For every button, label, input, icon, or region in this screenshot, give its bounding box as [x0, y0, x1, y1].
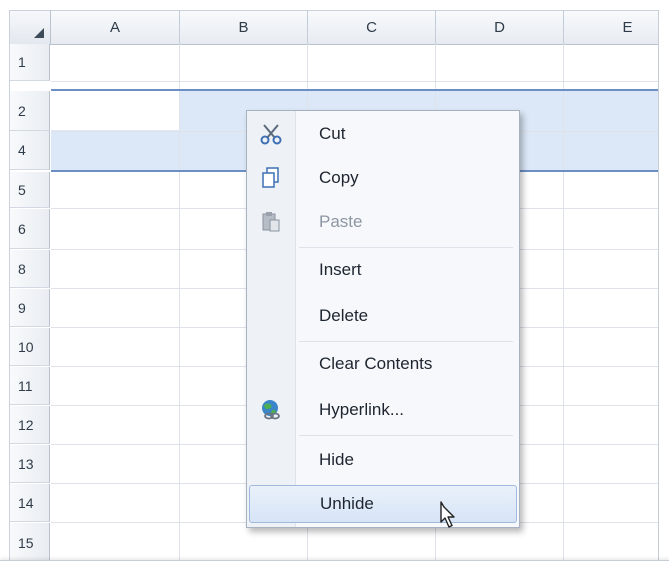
column-header-e[interactable]: E: [564, 11, 669, 45]
menu-item-label: Hide: [319, 450, 354, 469]
menu-item-label: Copy: [319, 168, 359, 187]
select-all-triangle-icon: [34, 28, 44, 38]
hidden-row-indicator-top: [51, 89, 669, 91]
scissors-icon: [259, 123, 283, 145]
menu-item-label: Hyperlink...: [319, 400, 405, 419]
row-header-14[interactable]: 14: [10, 484, 50, 522]
row-header-8[interactable]: 8: [10, 250, 50, 288]
torn-edge-right: [658, 10, 669, 566]
row-header-2[interactable]: 2: [10, 91, 50, 131]
row-header-10[interactable]: 10: [10, 328, 50, 366]
menu-item-label: Insert: [319, 260, 362, 279]
menu-item-delete[interactable]: Delete: [249, 297, 517, 335]
menu-separator: [299, 435, 513, 436]
column-header-d[interactable]: D: [436, 11, 564, 45]
table-row[interactable]: [51, 523, 669, 564]
menu-item-label: Clear Contents: [319, 354, 433, 373]
row-header-9[interactable]: 9: [10, 289, 50, 327]
column-header-c[interactable]: C: [308, 11, 436, 45]
menu-item-copy[interactable]: Copy: [249, 159, 517, 197]
column-header-a[interactable]: A: [51, 11, 180, 45]
menu-item-unhide[interactable]: Unhide: [249, 485, 517, 523]
row-header-12[interactable]: 12: [10, 406, 50, 444]
context-menu: Cut Copy Paste Insert Delete Clear Conte…: [246, 110, 520, 528]
menu-item-insert[interactable]: Insert: [249, 251, 517, 289]
menu-item-cut[interactable]: Cut: [249, 115, 517, 153]
select-all-corner[interactable]: [10, 11, 51, 45]
row-header-5[interactable]: 5: [10, 172, 50, 208]
menu-item-hyperlink[interactable]: Hyperlink...: [249, 391, 517, 429]
paste-icon: [259, 211, 283, 233]
menu-separator: [299, 341, 513, 342]
row-header-6[interactable]: 6: [10, 209, 50, 249]
menu-item-clear-contents[interactable]: Clear Contents: [249, 345, 517, 383]
table-row[interactable]: [51, 44, 669, 82]
copy-icon: [259, 167, 283, 189]
menu-item-paste[interactable]: Paste: [249, 203, 517, 241]
row-header-13[interactable]: 13: [10, 445, 50, 483]
menu-item-label: Unhide: [320, 494, 374, 513]
torn-edge-bottom: [0, 560, 669, 579]
menu-item-label: Delete: [319, 306, 369, 325]
menu-item-label: Cut: [319, 124, 346, 143]
row-header-11[interactable]: 11: [10, 367, 50, 405]
menu-item-hide[interactable]: Hide: [249, 441, 517, 479]
row-header-15[interactable]: 15: [10, 523, 50, 563]
mouse-pointer-icon: [434, 500, 462, 536]
row-header-1[interactable]: 1: [10, 44, 50, 81]
menu-separator: [299, 247, 513, 248]
column-header-b[interactable]: B: [180, 11, 308, 45]
hyperlink-globe-icon: [259, 399, 283, 421]
menu-item-label: Paste: [319, 212, 363, 231]
row-header-4[interactable]: 4: [10, 131, 50, 170]
